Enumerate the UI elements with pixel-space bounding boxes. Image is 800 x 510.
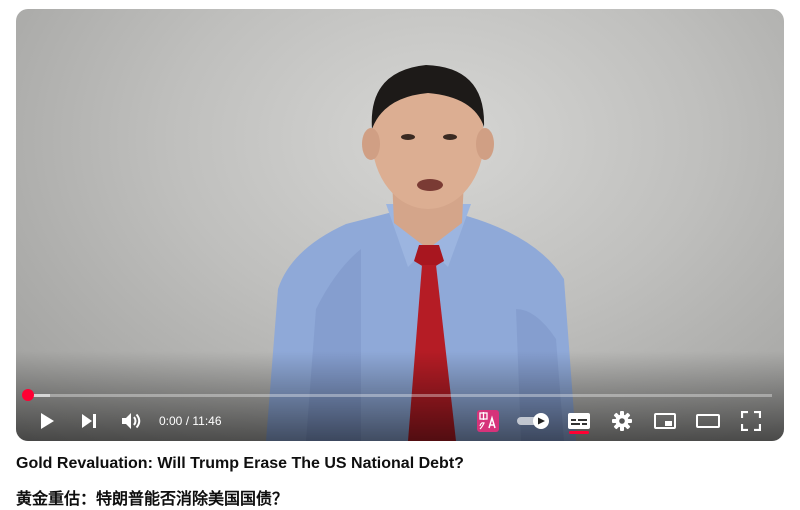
settings-button[interactable] (608, 403, 636, 439)
time-separator: / (182, 414, 193, 428)
player-controls: 0:00 / 11:46 (16, 403, 784, 439)
video-title-translation: 黄金重估：特朗普能否消除美国国债？ (16, 491, 289, 508)
gear-icon (612, 411, 632, 431)
current-time: 0:00 (159, 414, 183, 428)
progress-scrubber[interactable] (22, 389, 34, 401)
next-icon (82, 414, 96, 428)
play-icon (41, 413, 54, 429)
subtitles-button[interactable] (562, 403, 596, 439)
fullscreen-icon (741, 411, 761, 431)
video-player[interactable]: 0:00 / 11:46 (16, 9, 784, 441)
theater-mode-icon (696, 414, 720, 428)
time-display: 0:00 / 11:46 (159, 403, 222, 439)
duration: 11:46 (192, 414, 222, 428)
theater-mode-button[interactable] (692, 403, 724, 439)
autoplay-toggle[interactable] (516, 403, 552, 439)
fullscreen-button[interactable] (736, 403, 766, 439)
subtitles-active-indicator (569, 431, 589, 434)
auto-translate-button[interactable] (476, 403, 500, 439)
translate-icon (477, 410, 499, 432)
progress-bar[interactable] (22, 389, 772, 401)
next-button[interactable] (76, 403, 102, 439)
video-title[interactable]: Gold Revaluation: Will Trump Erase The U… (16, 455, 464, 473)
subtitles-icon (568, 413, 590, 429)
volume-icon (122, 413, 141, 429)
mute-button[interactable] (118, 403, 146, 439)
miniplayer-button[interactable] (650, 403, 680, 439)
autoplay-toggle-icon (517, 413, 549, 429)
miniplayer-icon (654, 413, 676, 429)
play-button[interactable] (34, 403, 60, 439)
